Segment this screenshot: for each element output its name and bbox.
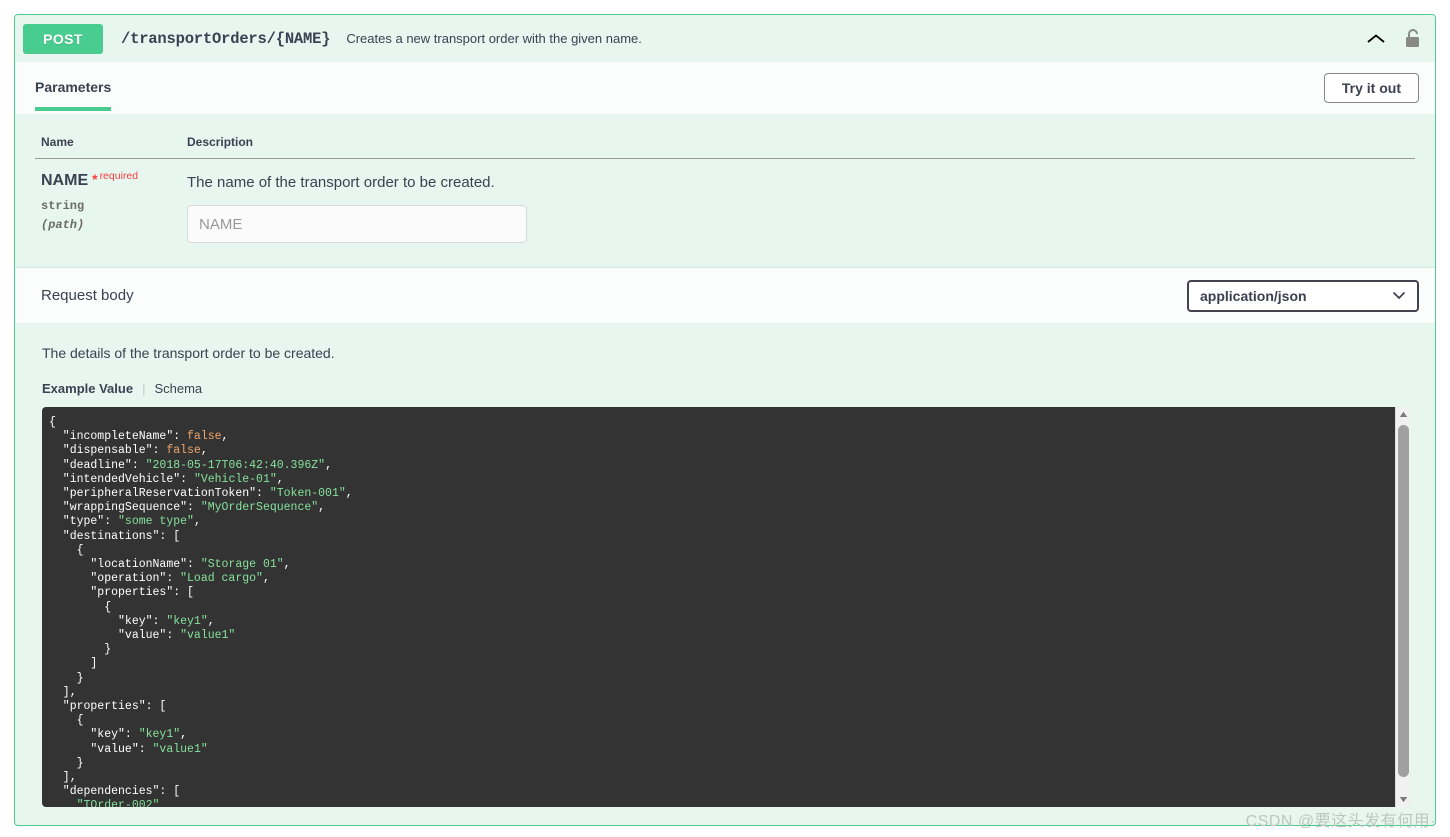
parameter-name-text: NAME xyxy=(41,172,89,189)
parameters-tab-row: Parameters Try it out xyxy=(15,62,1435,114)
parameter-description-cell: The name of the transport order to be cr… xyxy=(181,159,1415,258)
request-body-description: The details of the transport order to be… xyxy=(42,345,335,361)
parameter-name-cell: NAME * required string (path) xyxy=(35,159,181,258)
parameter-name: NAME * required xyxy=(41,170,181,190)
operation-header-icons xyxy=(1365,28,1423,50)
tab-schema[interactable]: Schema xyxy=(154,381,202,396)
parameters-section: Name Description NAME * required string ( xyxy=(15,114,1435,257)
parameter-location: (path) xyxy=(41,217,85,232)
request-body-row: Request body application/json xyxy=(15,267,1435,323)
column-header-description: Description xyxy=(181,114,1415,159)
request-body-label: Request body xyxy=(41,287,134,304)
try-it-out-button[interactable]: Try it out xyxy=(1323,73,1419,103)
media-type-select[interactable]: application/json xyxy=(1187,279,1419,312)
chevron-up-icon[interactable] xyxy=(1365,28,1387,50)
tab-parameters[interactable]: Parameters xyxy=(35,65,112,111)
operation-body: Parameters Try it out Name Description N… xyxy=(15,62,1435,807)
parameter-description: The name of the transport order to be cr… xyxy=(187,174,495,191)
name-input[interactable] xyxy=(187,205,527,243)
example-json-code: { "incompleteName": false, "dispensable"… xyxy=(49,416,353,807)
operation-summary-header[interactable]: POST /transportOrders/{NAME} Creates a n… xyxy=(15,15,1435,62)
example-value-section: The details of the transport order to be… xyxy=(15,323,1435,807)
media-type-selected-value: application/json xyxy=(1200,287,1307,304)
code-scrollbar[interactable] xyxy=(1395,407,1410,807)
scrollbar-thumb[interactable] xyxy=(1398,425,1409,777)
example-schema-tabs: Example Value | Schema xyxy=(42,381,1415,396)
chevron-down-icon xyxy=(1392,287,1406,305)
parameter-type: string xyxy=(41,198,85,213)
example-value-code-block[interactable]: { "incompleteName": false, "dispensable"… xyxy=(42,407,1410,807)
triangle-down-icon[interactable] xyxy=(1396,792,1410,807)
operation-path: /transportOrders/{NAME} xyxy=(121,29,331,48)
operation-block-post-transportorders: POST /transportOrders/{NAME} Creates a n… xyxy=(14,14,1436,826)
parameters-table: Name Description NAME * required string ( xyxy=(35,114,1415,257)
http-method-badge: POST xyxy=(23,23,103,54)
csdn-watermark: CSDN @要这头发有何用· xyxy=(1245,813,1436,830)
tab-separator: | xyxy=(142,381,146,396)
tab-example-value[interactable]: Example Value xyxy=(42,381,133,396)
swagger-operation-page: POST /transportOrders/{NAME} Creates a n… xyxy=(0,0,1450,837)
required-label: required xyxy=(99,170,139,182)
column-header-name: Name xyxy=(35,114,181,159)
operation-summary-text: Creates a new transport order with the g… xyxy=(346,31,642,46)
required-star-icon: * xyxy=(92,171,98,187)
table-row: NAME * required string (path) The name of … xyxy=(35,159,1415,258)
triangle-up-icon[interactable] xyxy=(1396,407,1410,422)
unlocked-padlock-icon[interactable] xyxy=(1403,28,1423,50)
parameters-table-header: Name Description xyxy=(35,114,1415,159)
